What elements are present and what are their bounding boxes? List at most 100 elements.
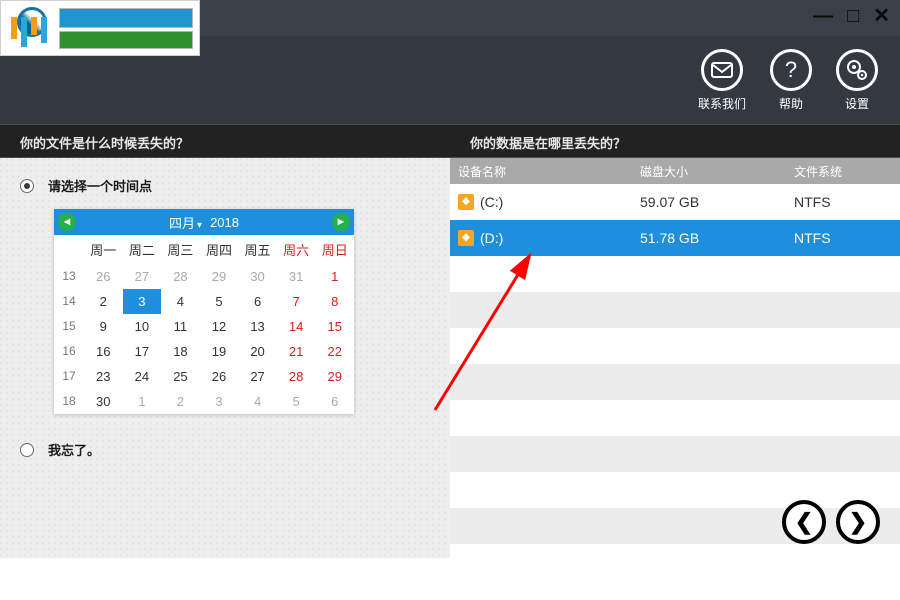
drive-list-header: 设备名称 磁盘大小 文件系统 xyxy=(450,158,900,184)
empty-row xyxy=(450,364,900,400)
calendar-day-cell[interactable]: 11 xyxy=(161,314,200,339)
calendar-day-cell[interactable]: 4 xyxy=(238,389,277,414)
calendar-corner xyxy=(54,235,84,264)
header-device-name: 设备名称 xyxy=(450,163,640,180)
drive-icon: ❖ xyxy=(458,230,474,246)
calendar-day-cell[interactable]: 10 xyxy=(123,314,162,339)
calendar-day-cell[interactable]: 27 xyxy=(123,264,162,289)
drive-row[interactable]: ❖ (D:) 51.78 GBNTFS xyxy=(450,220,900,256)
prev-step-button[interactable]: ❮ xyxy=(782,500,826,544)
calendar-week-number: 17 xyxy=(54,364,84,389)
calendar-day-cell[interactable]: 3 xyxy=(123,289,162,314)
radio-icon xyxy=(20,443,34,457)
calendar-day-cell[interactable]: 1 xyxy=(123,389,162,414)
calendar-day-cell[interactable]: 20 xyxy=(238,339,277,364)
header-filesystem: 文件系统 xyxy=(790,163,900,180)
help-button[interactable]: ? 帮助 xyxy=(770,49,812,112)
calendar-week-number: 13 xyxy=(54,264,84,289)
calendar-day-cell[interactable]: 14 xyxy=(277,314,316,339)
drive-name: (D:) xyxy=(480,230,503,246)
app-logo xyxy=(0,0,200,56)
calendar-day-cell[interactable]: 7 xyxy=(277,289,316,314)
calendar-day-cell[interactable]: 19 xyxy=(200,339,239,364)
calendar-day-cell[interactable]: 28 xyxy=(277,364,316,389)
calendar-next-button[interactable]: ► xyxy=(332,213,350,231)
calendar-week-number: 14 xyxy=(54,289,84,314)
radio-icon xyxy=(20,179,34,193)
calendar-widget: ◄ 四月 2018 ► 周一周二周三周四周五周六周日13262728293031… xyxy=(54,209,354,414)
contact-us-button[interactable]: 联系我们 xyxy=(698,49,746,112)
header-disk-size: 磁盘大小 xyxy=(640,163,790,180)
drive-fs: NTFS xyxy=(790,230,900,246)
calendar-day-cell[interactable]: 5 xyxy=(200,289,239,314)
empty-row xyxy=(450,400,900,436)
empty-row xyxy=(450,328,900,364)
calendar-day-cell[interactable]: 24 xyxy=(123,364,162,389)
calendar-month-dropdown[interactable]: 四月 xyxy=(169,213,210,232)
calendar-day-cell[interactable]: 2 xyxy=(161,389,200,414)
calendar-day-cell[interactable]: 3 xyxy=(200,389,239,414)
maximize-button[interactable]: □ xyxy=(847,6,859,26)
logo-mark xyxy=(7,5,53,51)
close-button[interactable]: ✕ xyxy=(873,6,890,26)
calendar-day-header: 周三 xyxy=(161,235,200,264)
calendar-day-cell[interactable]: 29 xyxy=(200,264,239,289)
calendar-prev-button[interactable]: ◄ xyxy=(58,213,76,231)
drive-row[interactable]: ❖ (C:) 59.07 GBNTFS xyxy=(450,184,900,220)
calendar-day-cell[interactable]: 23 xyxy=(84,364,123,389)
calendar-day-cell[interactable]: 9 xyxy=(84,314,123,339)
next-step-button[interactable]: ❯ xyxy=(836,500,880,544)
gear-icon xyxy=(836,49,878,91)
settings-button[interactable]: 设置 xyxy=(836,49,878,112)
calendar-day-cell[interactable]: 18 xyxy=(161,339,200,364)
drive-size: 51.78 GB xyxy=(640,230,790,246)
empty-row xyxy=(450,436,900,472)
calendar-day-cell[interactable]: 4 xyxy=(161,289,200,314)
option-select-time[interactable]: 请选择一个时间点 xyxy=(20,176,426,195)
calendar-day-header: 周二 xyxy=(123,235,162,264)
calendar-day-cell[interactable]: 30 xyxy=(84,389,123,414)
calendar-day-cell[interactable]: 6 xyxy=(315,389,354,414)
question-bar: 你的文件是什么时候丢失的？ 你的数据是在哪里丢失的？ xyxy=(0,124,900,158)
calendar-year-label[interactable]: 2018 xyxy=(210,215,239,230)
drive-fs: NTFS xyxy=(790,194,900,210)
calendar-day-cell[interactable]: 22 xyxy=(315,339,354,364)
calendar-day-cell[interactable]: 26 xyxy=(84,264,123,289)
calendar-day-cell[interactable]: 15 xyxy=(315,314,354,339)
calendar-day-cell[interactable]: 6 xyxy=(238,289,277,314)
calendar-day-cell[interactable]: 30 xyxy=(238,264,277,289)
question-right: 你的数据是在哪里丢失的？ xyxy=(450,125,900,157)
calendar-day-cell[interactable]: 25 xyxy=(161,364,200,389)
option-forgot-label: 我忘了。 xyxy=(48,440,100,459)
drive-icon: ❖ xyxy=(458,194,474,210)
calendar-day-cell[interactable]: 5 xyxy=(277,389,316,414)
calendar-day-cell[interactable]: 13 xyxy=(238,314,277,339)
calendar-day-cell[interactable]: 8 xyxy=(315,289,354,314)
calendar-day-cell[interactable]: 26 xyxy=(200,364,239,389)
calendar-day-header: 周一 xyxy=(84,235,123,264)
calendar-day-cell[interactable]: 31 xyxy=(277,264,316,289)
calendar-day-cell[interactable]: 27 xyxy=(238,364,277,389)
calendar-day-cell[interactable]: 16 xyxy=(84,339,123,364)
calendar-day-header: 周四 xyxy=(200,235,239,264)
settings-label: 设置 xyxy=(845,95,869,112)
drive-name: (C:) xyxy=(480,194,503,210)
nav-footer: ❮ ❯ xyxy=(782,500,880,544)
calendar-day-cell[interactable]: 2 xyxy=(84,289,123,314)
time-selection-pane: 请选择一个时间点 ◄ 四月 2018 ► 周一周二周三周四周五周六周日13262… xyxy=(0,158,450,558)
calendar-day-header: 周日 xyxy=(315,235,354,264)
empty-row xyxy=(450,256,900,292)
drive-size: 59.07 GB xyxy=(640,194,790,210)
calendar-day-cell[interactable]: 1 xyxy=(315,264,354,289)
calendar-header: ◄ 四月 2018 ► xyxy=(54,209,354,235)
logo-text xyxy=(59,8,193,49)
drive-selection-pane: 设备名称 磁盘大小 文件系统 ❖(C:)59.07 GBNTFS❖(D:)51.… xyxy=(450,158,900,558)
calendar-day-cell[interactable]: 28 xyxy=(161,264,200,289)
option-forgot[interactable]: 我忘了。 xyxy=(20,440,426,459)
calendar-day-cell[interactable]: 29 xyxy=(315,364,354,389)
minimize-button[interactable]: — xyxy=(813,6,833,26)
option-select-time-label: 请选择一个时间点 xyxy=(48,176,152,195)
calendar-day-cell[interactable]: 17 xyxy=(123,339,162,364)
calendar-day-cell[interactable]: 21 xyxy=(277,339,316,364)
calendar-day-cell[interactable]: 12 xyxy=(200,314,239,339)
